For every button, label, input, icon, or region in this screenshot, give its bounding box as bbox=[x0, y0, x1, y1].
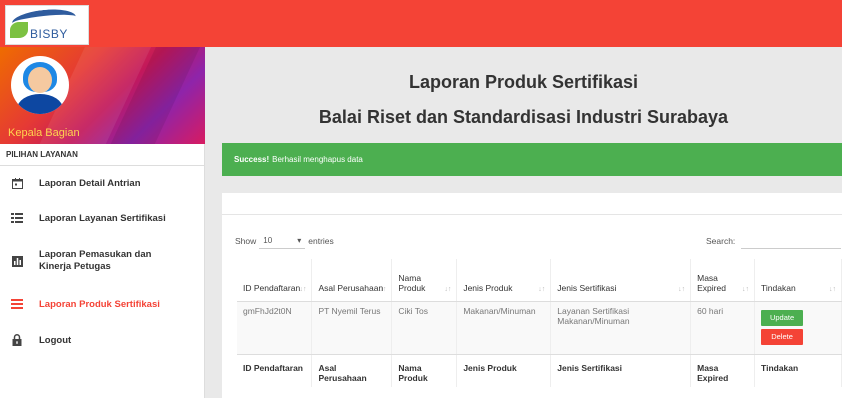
show-entries: Show 10 ▾ entries bbox=[235, 233, 334, 249]
sort-icon: ↓↑ bbox=[444, 285, 452, 293]
avatar[interactable] bbox=[11, 56, 69, 114]
sort-icon: ↓↑ bbox=[829, 285, 836, 293]
entries-label: entries bbox=[308, 236, 334, 246]
delete-button[interactable]: Delete bbox=[761, 328, 804, 345]
logo-text: BISBY bbox=[30, 27, 68, 41]
list-icon bbox=[11, 212, 23, 224]
bisby-logo[interactable]: BISBY bbox=[5, 5, 89, 45]
sidebar-item-label: Logout bbox=[39, 334, 72, 346]
card-header bbox=[222, 193, 842, 215]
show-label: Show bbox=[235, 236, 257, 246]
cell-nama: Ciki Tos bbox=[391, 301, 458, 355]
col-masa[interactable]: Masa Expired ↓↑ bbox=[690, 259, 756, 302]
sidebar-item-laporan-layanan-sertifikasi[interactable]: Laporan Layanan Sertifikasi bbox=[0, 200, 204, 236]
page-title: Laporan Produk Sertifikasi bbox=[408, 72, 639, 92]
col-jenis-sertifikasi[interactable]: Jenis Sertifikasi ↓↑ bbox=[550, 259, 692, 302]
col-header-text: Jenis Produk bbox=[463, 282, 513, 293]
list-icon bbox=[11, 298, 23, 310]
sidebar: Kepala Bagian PILIHAN LAYANAN Laporan De… bbox=[0, 47, 205, 398]
foot-id: ID Pendaftaran bbox=[237, 354, 313, 387]
col-jenis-produk[interactable]: Jenis Produk ↓↑ bbox=[456, 259, 552, 302]
alert-message: Berhasil menghapus data bbox=[272, 155, 363, 164]
col-id[interactable]: ID Pendaftaran ↓↑ bbox=[237, 259, 313, 302]
user-panel: Kepala Bagian bbox=[0, 47, 205, 144]
table-row: gmFhJd2t0N PT Nyemil Terus Ciki Tos Maka… bbox=[237, 301, 842, 355]
table-card: Show 10 ▾ entries Search: ID Pendaftaran… bbox=[222, 193, 842, 398]
page-subtitle: Balai Riset dan Standardisasi Industri S… bbox=[318, 107, 729, 127]
search-input[interactable] bbox=[741, 233, 842, 249]
caret-down-icon: ▾ bbox=[297, 236, 302, 245]
calendar-icon bbox=[11, 177, 23, 189]
sidebar-item-laporan-pemasukan-kinerja[interactable]: Laporan Pemasukan dan Kinerja Petugas bbox=[0, 236, 204, 286]
col-asal[interactable]: Asal Perusahaan ↓↑ bbox=[311, 259, 393, 302]
table-header-row: ID Pendaftaran ↓↑ Asal Perusahaan ↓↑ Nama … bbox=[237, 259, 842, 302]
foot-nama: Nama Produk bbox=[391, 354, 458, 387]
foot-jenis-sertifikasi: Jenis Sertifikasi bbox=[550, 354, 692, 387]
sort-icon: ↓↑ bbox=[742, 285, 750, 293]
table-footer-row: ID Pendaftaran Asal Perusahaan Nama Prod… bbox=[237, 354, 842, 387]
success-alert: Success! Berhasil menghapus data bbox=[222, 143, 842, 176]
bar-chart-icon bbox=[11, 255, 23, 267]
col-header-text: Jenis Sertifikasi bbox=[557, 282, 617, 293]
sidebar-item-label: Laporan Pemasukan dan Kinerja Petugas bbox=[39, 249, 152, 272]
top-navbar: BISBY bbox=[0, 0, 842, 47]
search-row: Search: bbox=[706, 233, 842, 249]
entries-select[interactable]: 10 ▾ bbox=[259, 233, 306, 249]
logo-leaf bbox=[10, 22, 28, 38]
col-header-text: ID Pendaftaran bbox=[243, 282, 301, 293]
foot-jenis-produk: Jenis Produk bbox=[456, 354, 552, 387]
sidebar-item-label: Laporan Produk Sertifikasi bbox=[39, 298, 160, 310]
sidebar-menu: Laporan Detail Antrian Laporan Layanan S… bbox=[0, 166, 204, 358]
sidebar-item-laporan-produk-sertifikasi[interactable]: Laporan Produk Sertifikasi bbox=[0, 286, 204, 322]
update-button[interactable]: Update bbox=[761, 309, 804, 326]
col-header-text: Nama Produk bbox=[398, 272, 426, 293]
col-tindakan[interactable]: Tindakan ↓↑ bbox=[754, 259, 842, 302]
sidebar-item-logout[interactable]: Logout bbox=[0, 322, 204, 358]
cell-jenis-produk: Makanan/Minuman bbox=[456, 301, 552, 355]
sort-icon: ↓↑ bbox=[379, 285, 387, 293]
avatar-face bbox=[28, 67, 52, 93]
sidebar-item-laporan-detail-antrian[interactable]: Laporan Detail Antrian bbox=[0, 166, 204, 200]
sort-icon: ↓↑ bbox=[678, 285, 686, 293]
sidebar-item-label: Laporan Layanan Sertifikasi bbox=[39, 212, 166, 224]
cell-tindakan: Update Delete bbox=[754, 301, 842, 355]
col-header-text: Tindakan bbox=[761, 282, 796, 293]
alert-strong: Success! bbox=[234, 155, 270, 164]
main-content: Laporan Produk Sertifikasi Balai Riset d… bbox=[205, 47, 842, 398]
foot-tindakan: Tindakan bbox=[754, 354, 842, 387]
search-label: Search: bbox=[706, 236, 736, 246]
section-title: PILIHAN LAYANAN bbox=[0, 144, 204, 166]
sort-icon: ↓↑ bbox=[299, 285, 307, 293]
produk-table: ID Pendaftaran ↓↑ Asal Perusahaan ↓↑ Nama … bbox=[237, 259, 842, 387]
cell-asal: PT Nyemil Terus bbox=[311, 301, 393, 355]
col-header-text: Masa Expired bbox=[697, 272, 726, 293]
foot-masa: Masa Expired bbox=[690, 354, 756, 387]
sort-icon: ↓↑ bbox=[538, 285, 546, 293]
cell-jenis-sertifikasi: Layanan Sertifikasi Makanan/Minuman bbox=[550, 301, 692, 355]
col-nama[interactable]: Nama Produk ↓↑ bbox=[391, 259, 458, 302]
col-header-text: Asal Perusahaan bbox=[318, 282, 384, 293]
sidebar-item-label: Laporan Detail Antrian bbox=[39, 177, 141, 189]
entries-select-value: 10 bbox=[263, 236, 273, 245]
lock-icon bbox=[11, 334, 23, 346]
foot-asal: Asal Perusahaan bbox=[311, 354, 393, 387]
cell-id: gmFhJd2t0N bbox=[237, 301, 313, 355]
user-name[interactable]: Kepala Bagian bbox=[8, 127, 80, 139]
cell-masa: 60 hari bbox=[690, 301, 756, 355]
avatar-body bbox=[17, 94, 63, 114]
